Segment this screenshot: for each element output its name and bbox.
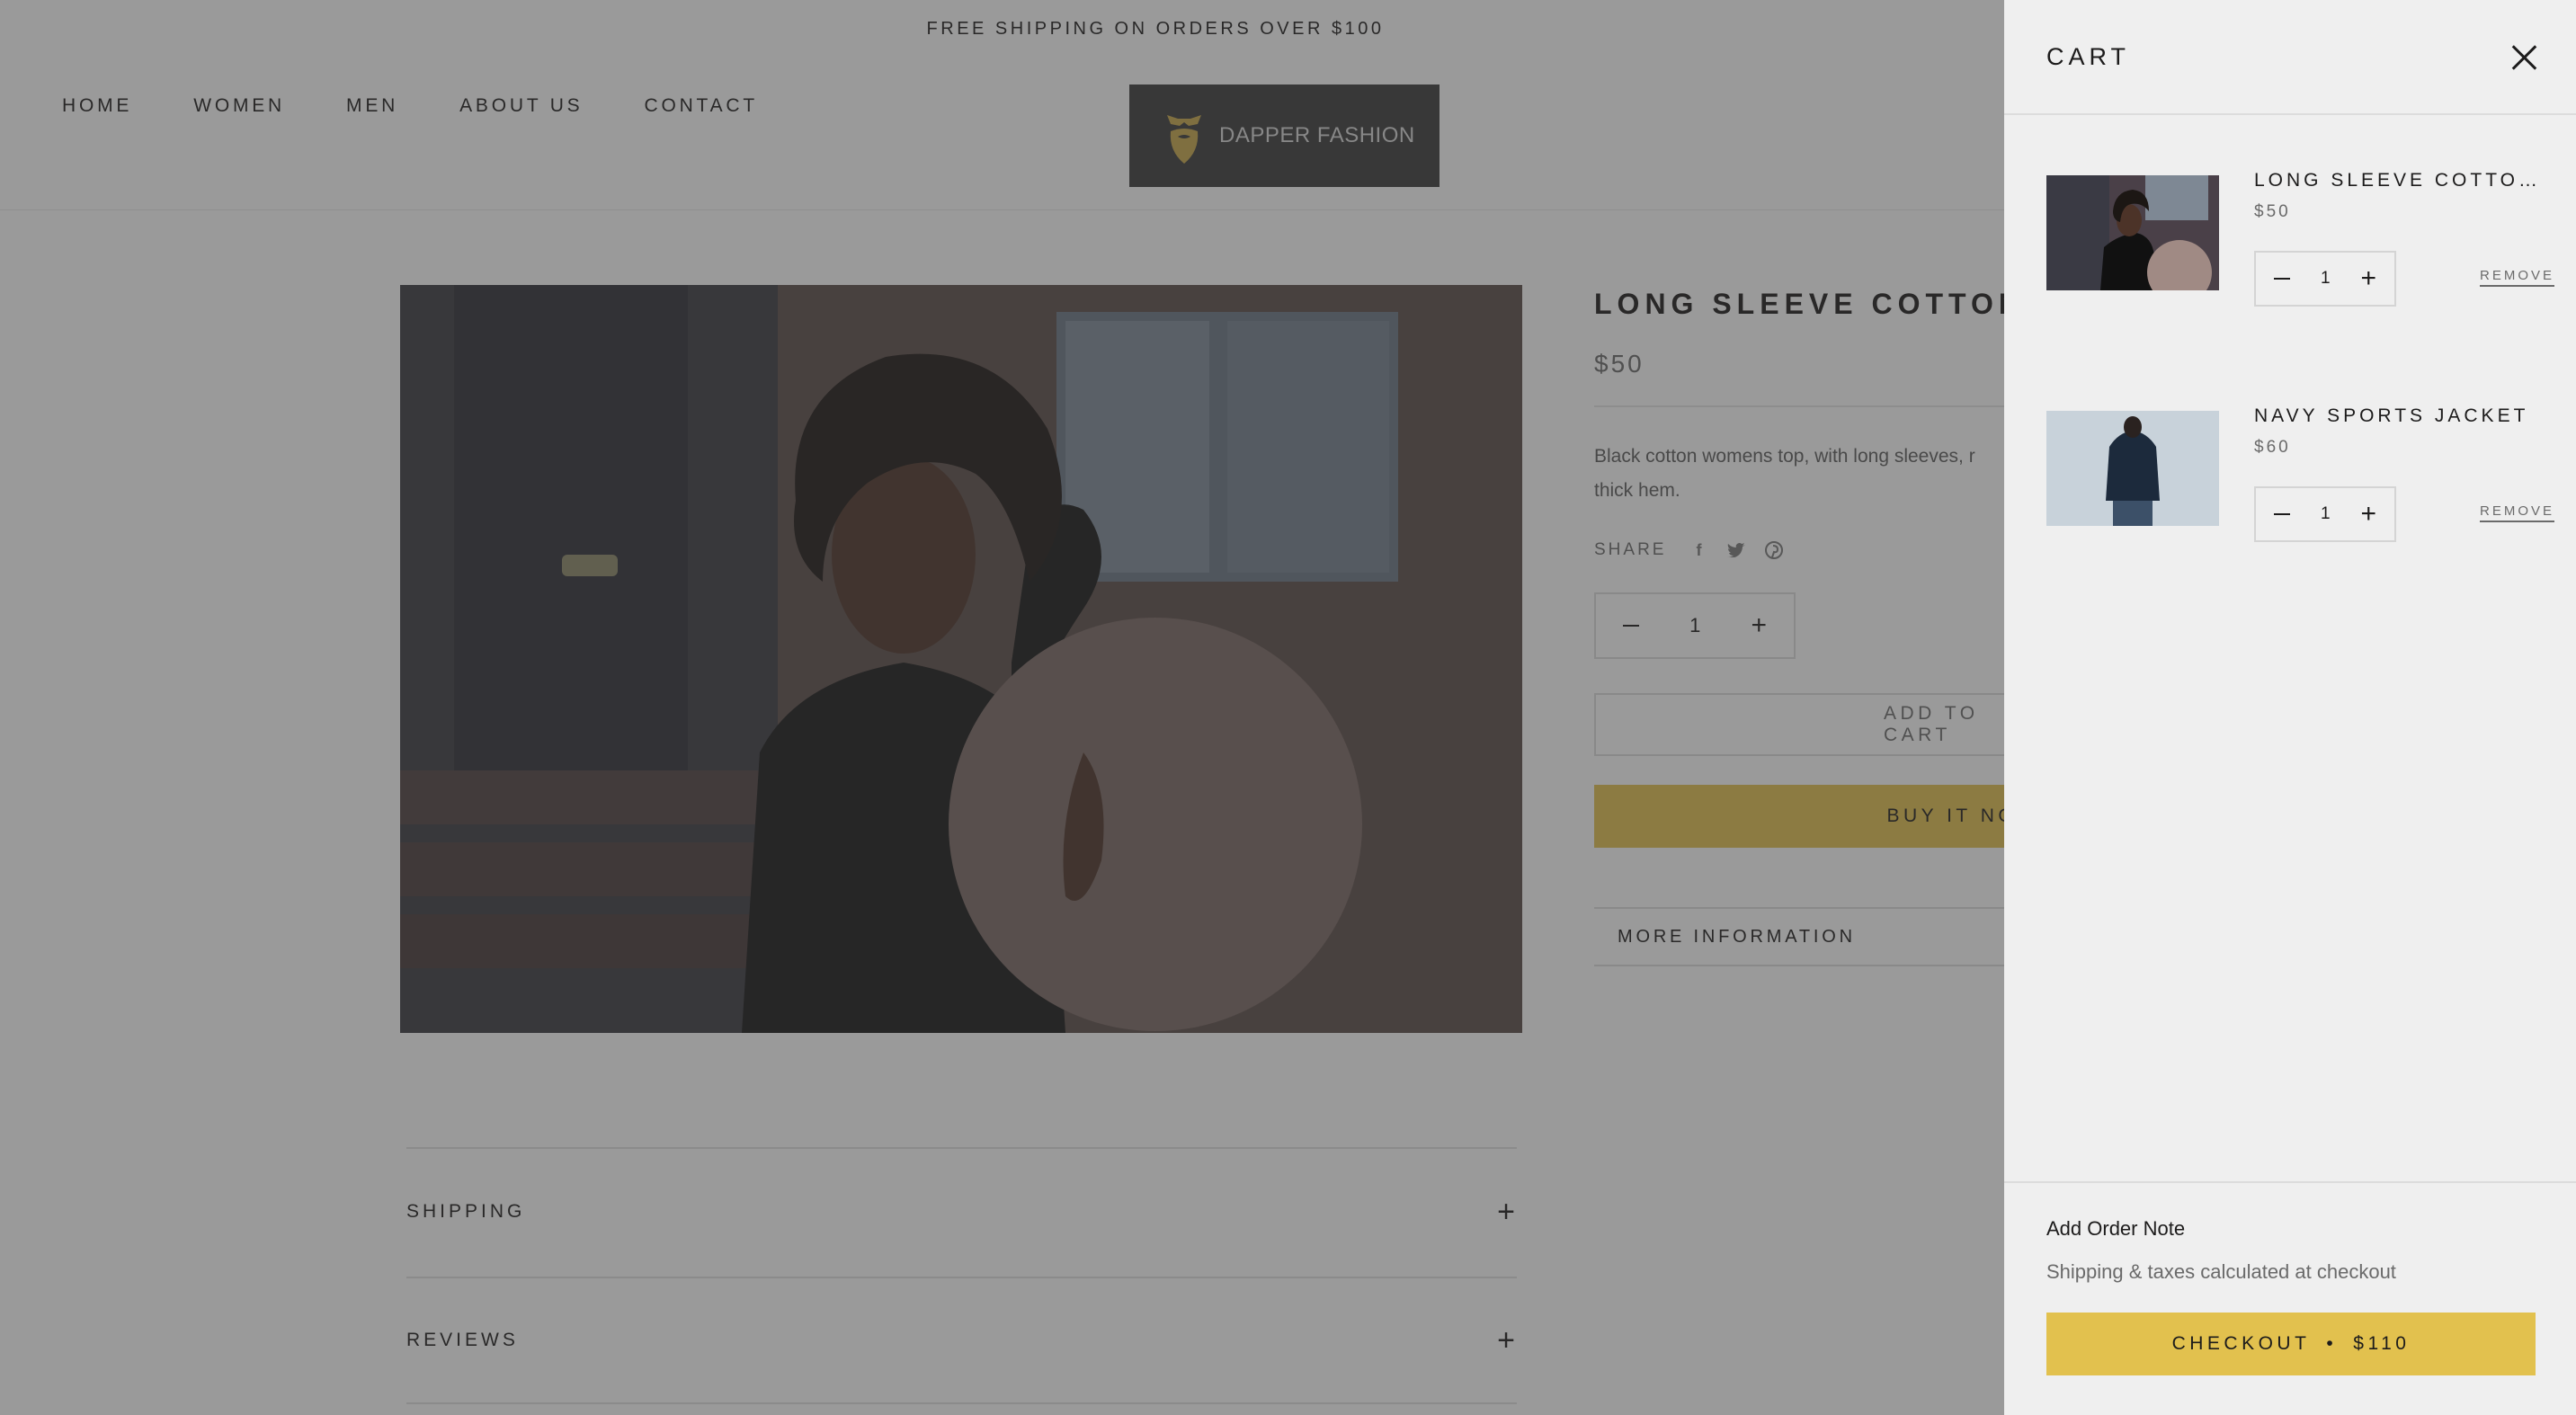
checkout-button[interactable]: CHECKOUT • $110 xyxy=(2046,1313,2536,1375)
cart-item: NAVY SPORTS JACKET $60 1 + REMOVE xyxy=(2046,405,2555,542)
close-icon[interactable] xyxy=(2511,44,2536,69)
checkout-separator: • xyxy=(2326,1333,2338,1354)
store-page: FREE SHIPPING ON ORDERS OVER $100 HOME W… xyxy=(0,0,2576,1415)
cart-item-price: $60 xyxy=(2254,438,2291,457)
cart-item-qty-value[interactable]: 1 xyxy=(2321,504,2331,524)
cart-item-image[interactable] xyxy=(2046,175,2219,290)
decrease-quantity-button[interactable] xyxy=(2274,278,2290,280)
cart-item: LONG SLEEVE COTTON TOP $50 1 + REMOVE xyxy=(2046,170,2555,307)
cart-header: CART xyxy=(2004,0,2576,115)
remove-item-button[interactable]: REMOVE xyxy=(2480,503,2555,522)
remove-item-button[interactable]: REMOVE xyxy=(2480,268,2555,287)
cart-item-price: $50 xyxy=(2254,202,2291,221)
cart-item-name[interactable]: LONG SLEEVE COTTON TOP xyxy=(2254,170,2551,191)
increase-quantity-button[interactable]: + xyxy=(2360,501,2376,528)
cart-footer: Add Order Note Shipping & taxes calculat… xyxy=(2004,1181,2576,1415)
checkout-label: CHECKOUT xyxy=(2171,1333,2311,1354)
cart-item-image[interactable] xyxy=(2046,411,2219,526)
cart-drawer: CART LONG SLEEVE COTTON TOP $50 1 xyxy=(2004,0,2576,1415)
checkout-total: $110 xyxy=(2353,1333,2411,1354)
cart-item-qty-value[interactable]: 1 xyxy=(2321,269,2331,289)
cart-item-name[interactable]: NAVY SPORTS JACKET xyxy=(2254,405,2551,427)
tax-note: Shipping & taxes calculated at checkout xyxy=(2046,1260,2396,1283)
increase-quantity-button[interactable]: + xyxy=(2360,265,2376,292)
add-order-note-link[interactable]: Add Order Note xyxy=(2046,1217,2536,1241)
cart-item-quantity: 1 + xyxy=(2254,486,2396,542)
cart-item-quantity: 1 + xyxy=(2254,251,2396,307)
cart-title: CART xyxy=(2046,42,2131,70)
decrease-quantity-button[interactable] xyxy=(2274,513,2290,515)
